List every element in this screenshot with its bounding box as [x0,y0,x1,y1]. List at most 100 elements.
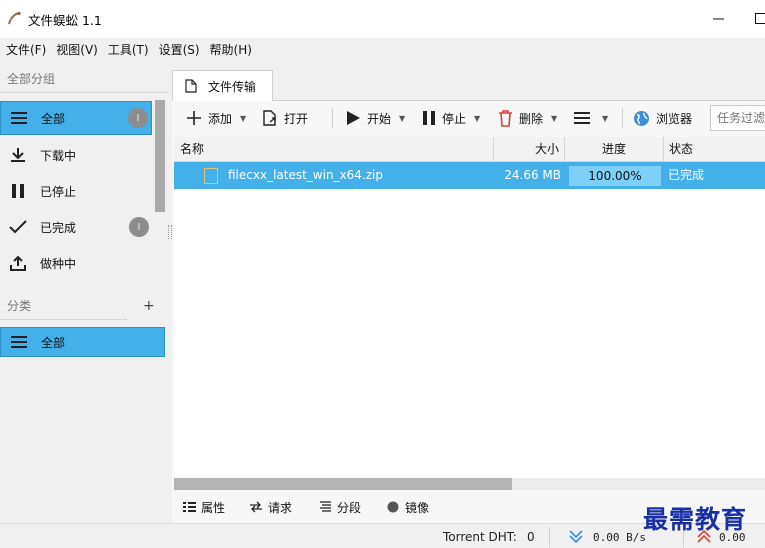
file-name: filecxx_latest_win_x64.zip [228,168,383,182]
divider [0,319,127,320]
tab-segments[interactable]: 分段 [318,493,361,521]
scrollbar-thumb[interactable] [174,478,512,490]
category-item-all[interactable]: 全部 [0,327,165,357]
tab-properties[interactable]: 属性 [182,493,225,521]
tab-file-transfer[interactable]: 文件传输 [172,70,273,101]
horizontal-scrollbar[interactable] [174,478,765,490]
download-speed: 0.00 B/s [593,531,646,544]
sidebar-scrollbar[interactable] [155,100,165,212]
table-row[interactable]: filecxx_latest_win_x64.zip 24.66 MB 100.… [174,162,765,189]
file-size: 24.66 MB [504,168,561,182]
maximize-button[interactable] [750,8,765,28]
open-button[interactable]: 打开 [262,101,308,135]
sidebar-item-all[interactable]: 全部 I [0,101,152,135]
stop-label: 停止 [442,111,467,126]
sidebar: 全部分组 全部 I 下载中 已停止 已完成 I 做种中 分类 + 全部 [0,62,168,548]
menu-icon [574,112,590,124]
open-file-icon [263,110,276,126]
menu-bar: 文件(F) 视图(V) 工具(T) 设置(S) 帮助(H) [0,38,765,62]
stop-button[interactable]: 停止 ▼ [422,101,480,135]
count-badge: I [128,108,148,128]
delete-label: 删除 [519,111,544,126]
add-category-button[interactable]: + [143,298,155,314]
browser-button[interactable]: 浏览器 [633,101,692,135]
upload-icon [9,254,27,272]
segments-icon [318,500,332,514]
start-label: 开始 [367,111,392,126]
task-table: 名称 大小 进度 状态 filecxx_latest_win_x64.zip 2… [174,137,765,489]
column-header-name[interactable]: 名称 [174,137,494,162]
add-label: 添加 [208,111,233,126]
dht-label: Torrent DHT: [443,530,517,544]
minimize-button[interactable] [708,8,728,28]
status-text: 已完成 [668,168,705,182]
chevron-down-icon[interactable]: ▼ [399,114,405,123]
more-menu-button[interactable]: ▼ [574,101,608,135]
arrows-icon [249,500,263,514]
category-section-label: 分类 [7,299,32,313]
tab-requests[interactable]: 请求 [249,493,292,521]
category-item-label: 全部 [41,335,66,350]
menu-tools[interactable]: 工具(T) [102,38,153,62]
add-button[interactable]: 添加 ▼ [186,101,246,135]
trash-icon [499,110,512,127]
download-speed-icon [569,530,583,544]
sidebar-item-label: 下载中 [40,148,77,163]
sidebar-item-label: 全部 [41,111,66,126]
menu-icon [10,109,28,127]
toolbar-divider [332,108,333,128]
menu-icon [10,333,28,351]
globe-icon [634,110,649,126]
column-header-status[interactable]: 状态 [664,137,765,162]
chevron-down-icon[interactable]: ▼ [551,114,557,123]
chevron-down-icon[interactable]: ▼ [474,114,480,123]
title-bar: 文件蜈蚣 1.1 [0,0,765,38]
pause-icon [423,111,435,125]
circle-icon [386,500,400,514]
menu-help[interactable]: 帮助(H) [204,38,256,62]
tab-label: 属性 [201,500,226,515]
sidebar-item-stopped[interactable]: 已停止 [0,174,152,208]
toolbar: 添加 ▼ 打开 开始 ▼ 停止 ▼ 删除 ▼ ▼ 浏览器 [172,101,765,135]
window-title: 文件蜈蚣 1.1 [28,12,102,28]
task-filter-input[interactable] [710,105,765,131]
toolbar-divider [622,108,623,128]
minimize-icon [712,18,724,19]
open-label: 打开 [284,111,309,126]
tab-label: 镜像 [405,500,430,515]
maximize-icon [754,12,765,24]
groups-section-label: 全部分组 [7,72,56,86]
file-icon [204,168,218,184]
menu-settings[interactable]: 设置(S) [153,38,204,62]
download-icon [9,146,27,164]
tab-mirrors[interactable]: 镜像 [386,493,429,521]
start-button[interactable]: 开始 ▼ [345,101,405,135]
dht-value: 0 [527,530,535,544]
plus-icon [187,111,201,125]
browser-label: 浏览器 [656,111,693,126]
menu-file[interactable]: 文件(F) [0,38,50,62]
progress-bar: 100.00% [569,166,661,186]
check-icon [9,218,27,236]
properties-icon [182,500,196,514]
play-icon [347,111,360,125]
sidebar-item-completed[interactable]: 已完成 I [0,210,152,244]
column-header-progress[interactable]: 进度 [565,137,664,162]
chevron-down-icon[interactable]: ▼ [240,114,246,123]
menu-view[interactable]: 视图(V) [50,38,102,62]
divider [0,92,168,93]
sidebar-item-downloading[interactable]: 下载中 [0,138,152,172]
document-icon [185,79,197,93]
sidebar-item-label: 做种中 [40,256,77,271]
chevron-down-icon[interactable]: ▼ [602,114,608,123]
count-badge: I [129,217,149,237]
pause-icon [9,182,27,200]
centipede-app-icon [7,11,21,25]
delete-button[interactable]: 删除 ▼ [498,101,557,135]
sidebar-item-label: 已完成 [40,220,77,235]
status-divider [549,527,550,547]
sidebar-item-seeding[interactable]: 做种中 [0,246,152,280]
tab-label: 文件传输 [208,79,257,94]
tab-label: 请求 [268,500,293,515]
column-header-size[interactable]: 大小 [494,137,565,162]
